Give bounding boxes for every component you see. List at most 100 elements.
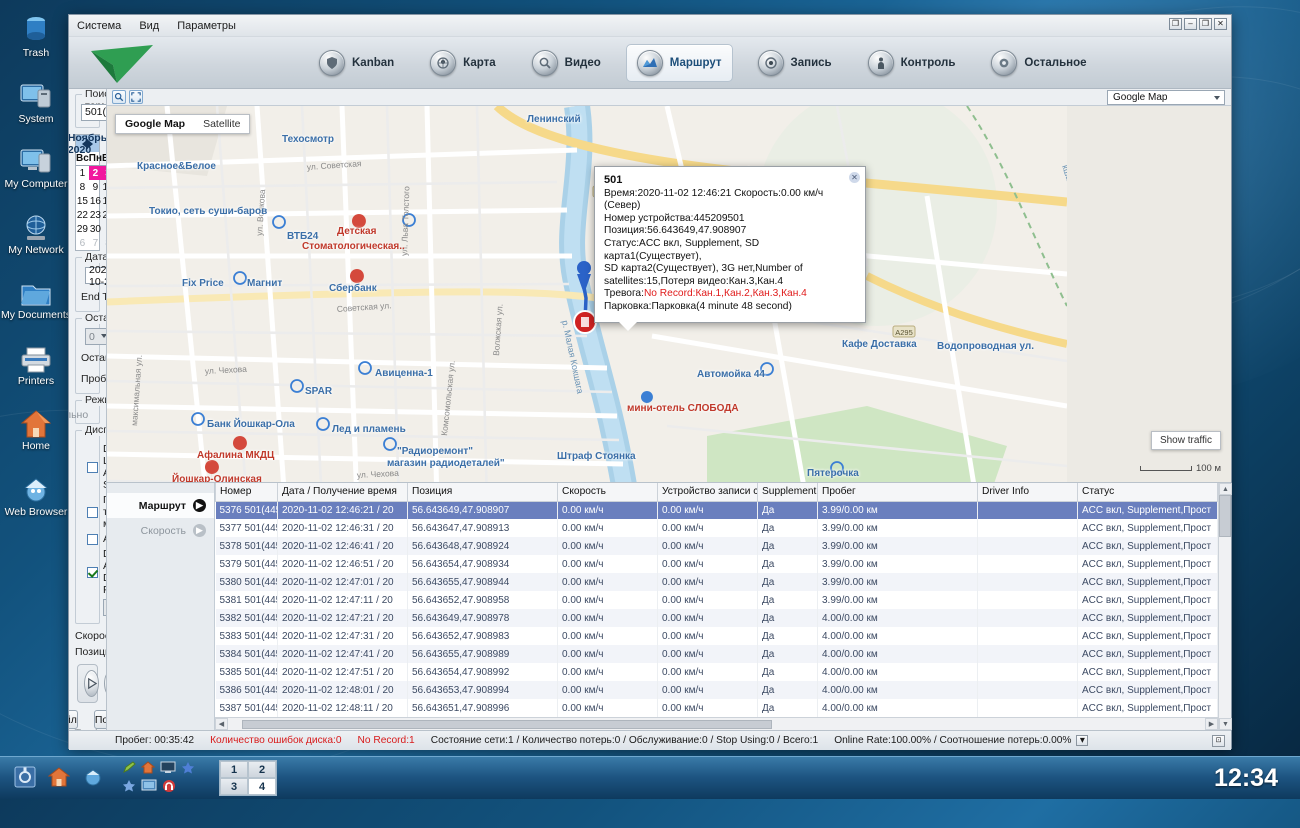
calendar-day[interactable]: 22 — [76, 208, 89, 222]
table-column-header[interactable]: Статус — [1078, 483, 1218, 501]
fullscreen-icon[interactable] — [129, 90, 143, 104]
table-column-header[interactable]: Номер — [216, 483, 278, 501]
home-icon[interactable] — [48, 766, 70, 791]
table-row[interactable]: 5379 501(44522020-11-02 12:46:51 / 2056.… — [216, 555, 1218, 573]
map-type-select[interactable]: Google Map — [1107, 90, 1225, 105]
workspace-button[interactable]: 4 — [248, 778, 276, 795]
table-row[interactable]: 5377 501(44522020-11-02 12:46:31 / 2056.… — [216, 519, 1218, 537]
device-select[interactable]: (6988)445209501 — [103, 599, 107, 616]
toolbar-button-kanban[interactable]: Kanban — [308, 44, 405, 82]
map-canvas[interactable]: A295 A295 р. Малая Кокшага кшага ул. Сов… — [107, 106, 1231, 482]
window-close-button[interactable]: ✕ — [1214, 18, 1227, 30]
table-row[interactable]: 5380 501(44522020-11-02 12:47:01 / 2056.… — [216, 573, 1218, 591]
map-style-switcher[interactable]: Google MapSatellite — [115, 114, 250, 134]
search-icon[interactable] — [112, 90, 126, 104]
settings-icon[interactable] — [14, 766, 36, 791]
table-row[interactable]: 5381 501(44522020-11-02 12:47:11 / 2056.… — [216, 591, 1218, 609]
calendar-day[interactable]: 9 — [89, 180, 102, 194]
table-header-row[interactable]: НомерДата / Получение времяПозицияСкорос… — [216, 483, 1218, 501]
scroll-left-button[interactable]: ◀ — [215, 718, 228, 730]
workspace-pager[interactable]: 1234 — [219, 760, 277, 796]
monitor-icon[interactable] — [160, 761, 176, 777]
hscroll-thumb[interactable] — [242, 720, 772, 729]
table-row[interactable]: 5376 501(44522020-11-02 12:46:21 / 2056.… — [216, 501, 1218, 519]
scroll-up-button[interactable]: ▲ — [1219, 483, 1232, 495]
scroll-right-button[interactable]: ▶ — [1205, 718, 1218, 730]
display-icon[interactable] — [141, 779, 157, 795]
map-style-tab[interactable]: Satellite — [194, 115, 249, 133]
table-column-header[interactable]: Пробег — [818, 483, 978, 501]
window-maximize-button[interactable]: ❐ — [1199, 18, 1212, 30]
calendar-day[interactable]: 7 — [89, 236, 102, 250]
toolbar-button-видео[interactable]: Видео — [521, 44, 612, 82]
hscroll-track[interactable] — [228, 719, 1205, 730]
distance-select[interactable]: 0 — [85, 328, 107, 345]
table-row[interactable]: 5378 501(44522020-11-02 12:46:41 / 2056.… — [216, 537, 1218, 555]
display-check-row[interactable]: Draw Line After Search — [87, 443, 94, 491]
table-column-header[interactable]: Позиция — [408, 483, 558, 501]
table-column-header[interactable]: Driver Info — [978, 483, 1078, 501]
table-column-header[interactable]: Устройство записи скорости — [658, 483, 758, 501]
calendar-day[interactable]: 23 — [89, 208, 102, 222]
vertical-scrollbar[interactable]: ▲ ▼ — [1218, 483, 1231, 730]
workspace-button[interactable]: 2 — [248, 761, 276, 778]
workspace-button[interactable]: 3 — [220, 778, 248, 795]
desktop-icon-computer[interactable]: My Computer — [0, 143, 72, 191]
desktop-icon-system[interactable]: System — [0, 78, 72, 126]
play-icon[interactable] — [84, 670, 99, 697]
table-row[interactable]: 5386 501(44522020-11-02 12:48:01 / 2056.… — [216, 681, 1218, 699]
pencil-icon[interactable] — [122, 761, 136, 777]
show-traffic-button[interactable]: Show traffic — [1151, 431, 1221, 450]
browser-icon[interactable] — [82, 766, 104, 791]
terminal-search-input[interactable]: 501(445209501) — [81, 104, 107, 121]
headset-icon[interactable] — [162, 779, 176, 795]
stop-icon[interactable] — [104, 670, 107, 697]
table-row[interactable]: 5387 501(44522020-11-02 12:48:11 / 2056.… — [216, 699, 1218, 717]
table-column-header[interactable]: Скорость — [558, 483, 658, 501]
table-row[interactable]: 5383 501(44522020-11-02 12:47:31 / 2056.… — [216, 627, 1218, 645]
calendar-next-icon[interactable] — [87, 139, 93, 149]
table-column-header[interactable]: Дата / Получение время — [278, 483, 408, 501]
table-row[interactable]: 5385 501(44522020-11-02 12:47:51 / 2056.… — [216, 663, 1218, 681]
display-check-row[interactable]: Показывать точки маршрута — [87, 494, 94, 530]
desktop-icon-browser[interactable]: Web Browser — [0, 471, 72, 519]
calendar-day[interactable]: 2 — [89, 166, 102, 181]
toolbar-button-запись[interactable]: Запись — [747, 44, 843, 82]
calendar-day[interactable]: 8 — [76, 180, 89, 194]
status-dropdown-icon[interactable]: ▾ — [1076, 735, 1088, 746]
menu-item-system[interactable]: Система — [77, 20, 121, 32]
desktop-icon-home[interactable]: Home — [0, 405, 72, 453]
calendar[interactable]: Ноябрь 2020 ВсПнВтСрЧтПтСб 1234567891011… — [75, 134, 100, 251]
data-grid[interactable]: НомерДата / Получение времяПозицияСкорос… — [215, 483, 1218, 730]
desktop-icon-trash[interactable]: Trash — [0, 12, 72, 60]
home-tray-icon[interactable] — [141, 761, 155, 777]
display-check-row[interactable]: Display A Device Position — [87, 548, 94, 596]
toolbar-button-остальное[interactable]: Остальное — [980, 44, 1097, 82]
workspace-button[interactable]: 1 — [220, 761, 248, 778]
horizontal-scrollbar[interactable]: ◀ ▶ — [215, 717, 1218, 730]
menu-item-view[interactable]: Вид — [139, 20, 159, 32]
calendar-day[interactable]: 29 — [76, 222, 89, 236]
desktop-icon-network[interactable]: My Network — [0, 209, 72, 257]
desktop-icon-documents[interactable]: My Documents — [0, 274, 72, 322]
calendar-day[interactable]: 30 — [89, 222, 102, 236]
window-restore-button[interactable]: ❐ — [1169, 18, 1182, 30]
desktop-icon-printer[interactable]: Printers — [0, 340, 72, 388]
calendar-day[interactable]: 16 — [89, 194, 102, 208]
sparkle-icon[interactable] — [122, 779, 136, 795]
checkbox[interactable] — [87, 567, 98, 578]
toolbar-button-маршрут[interactable]: Маршрут — [626, 44, 733, 82]
table-row[interactable]: 5384 501(44522020-11-02 12:47:41 / 2056.… — [216, 645, 1218, 663]
start-date-input[interactable]: 2020-10-26 — [85, 267, 107, 284]
status-restore-button[interactable]: ⊡ — [1212, 735, 1225, 747]
display-check-row[interactable]: Autoplay — [87, 533, 94, 545]
table-tab-route[interactable]: Маршрут▶ — [107, 493, 214, 518]
star-icon[interactable] — [181, 761, 195, 777]
table-row[interactable]: 5382 501(44522020-11-02 12:47:21 / 2056.… — [216, 609, 1218, 627]
table-column-header[interactable]: Supplement — [758, 483, 818, 501]
checkbox[interactable] — [87, 534, 98, 545]
calendar-day[interactable]: 6 — [76, 236, 89, 250]
toolbar-button-контроль[interactable]: Контроль — [857, 44, 967, 82]
map-style-tab[interactable]: Google Map — [116, 115, 194, 133]
menu-item-params[interactable]: Параметры — [177, 20, 236, 32]
